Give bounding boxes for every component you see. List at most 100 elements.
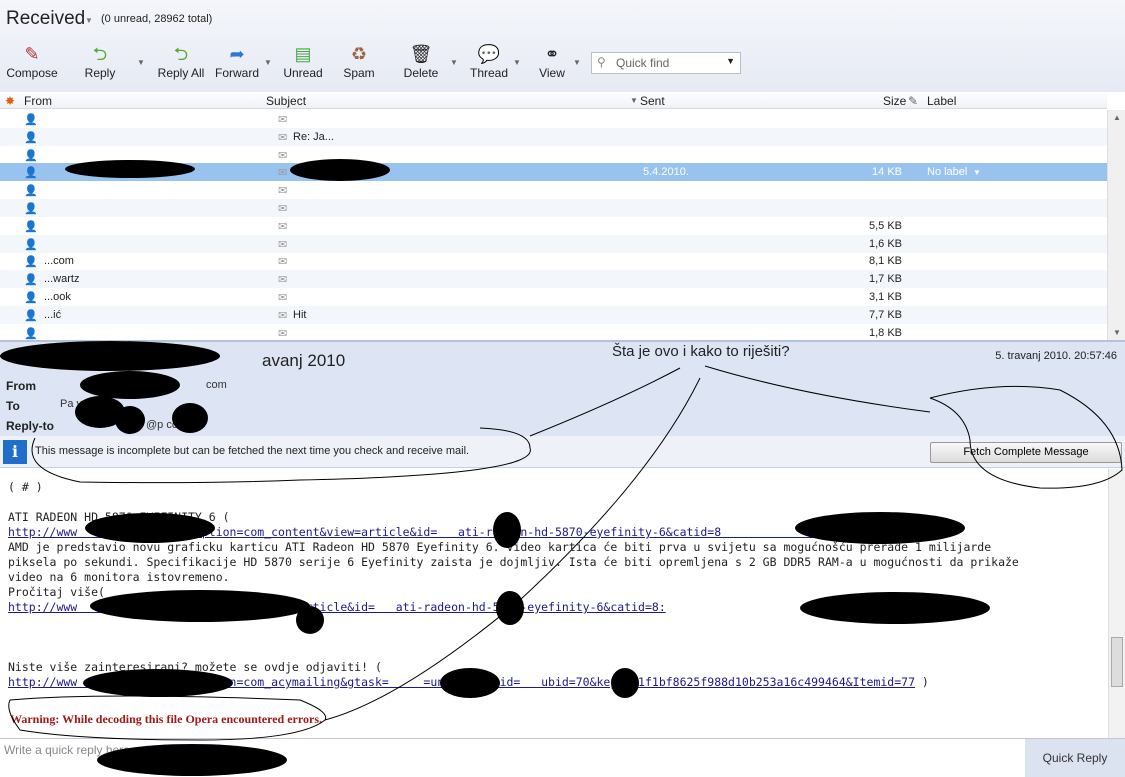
unsubscribe-link[interactable]: http://www hp?option=com_acymailing&gtas…	[8, 675, 915, 689]
trash-icon: 🗑	[409, 44, 433, 64]
list-scrollbar[interactable]: ▲ ▼	[1107, 110, 1125, 340]
message-from: ...wartz	[44, 273, 80, 286]
to-address[interactable]: Pa v	[60, 398, 82, 410]
message-from: ...ook	[44, 291, 71, 303]
view-dropdown-icon[interactable]: ▼	[573, 58, 581, 67]
contact-icon: 👤	[24, 292, 38, 304]
unread-button[interactable]: ▤ Unread	[282, 42, 324, 86]
quick-reply-input[interactable]: Write a quick reply here	[0, 739, 1008, 777]
message-subject: avanj 2010	[262, 351, 346, 370]
message-label[interactable]: No label	[927, 166, 967, 178]
contact-icon: 👤	[24, 203, 38, 215]
message-from: ...com	[44, 255, 74, 268]
mail-icon: ✉	[278, 292, 288, 304]
message-row[interactable]: 👤 ✉	[0, 110, 1107, 128]
reply-icon: ⮌	[92, 44, 108, 64]
quick-find-input[interactable]: ⚲ Quick find ▼	[591, 52, 741, 74]
message-sent: 5.4.2010.	[643, 166, 689, 179]
mail-icon: ✉	[278, 309, 288, 322]
message-subject: Hit	[293, 308, 307, 321]
incomplete-message-bar: i This message is incomplete but can be …	[0, 436, 1125, 468]
forward-button[interactable]: ➦ Forward	[213, 42, 261, 86]
delete-dropdown-icon[interactable]: ▼	[450, 58, 458, 67]
quick-reply-button[interactable]: Quick Reply	[1025, 739, 1125, 777]
read-more-link[interactable]: http://www =com_content&view=article&id=…	[8, 600, 666, 614]
flag-column-icon[interactable]: ✸	[5, 94, 15, 108]
message-list: 👤 ✉ 👤 ✉ Re: Ja... 👤 ✉ 👤 ✉ 5 Travanj 2010…	[0, 110, 1107, 340]
chevron-down-icon[interactable]: ▼	[726, 56, 735, 66]
reply-dropdown-icon[interactable]: ▼	[137, 58, 145, 67]
spam-button[interactable]: ♻ Spam	[340, 42, 378, 86]
message-row[interactable]: 👤 ✉	[0, 146, 1107, 164]
contact-icon: 👤	[24, 327, 38, 340]
column-size[interactable]: Size	[883, 94, 906, 108]
message-list-header: ✸ From Subject ▼ Sent Size ✎ Label	[0, 92, 1107, 109]
chevron-down-icon[interactable]: ▼	[973, 168, 981, 177]
mail-icon: ✉	[278, 131, 288, 144]
thread-dropdown-icon[interactable]: ▼	[513, 58, 521, 67]
compose-button[interactable]: ✎ Compose	[6, 42, 58, 86]
info-icon: i	[3, 440, 27, 464]
message-row[interactable]: 👤 ✉	[0, 199, 1107, 217]
mail-icon: ✉	[278, 203, 288, 215]
column-label[interactable]: Label	[927, 94, 956, 108]
message-row[interactable]: 👤 ✉ 5 Travanj 2010 5.4.2010. 14 KB No la…	[0, 163, 1107, 182]
binoculars-icon: ⚭	[544, 44, 560, 64]
quick-reply-bar: Write a quick reply here Quick Reply	[0, 738, 1125, 777]
message-row[interactable]: 👤 ✉	[0, 181, 1107, 199]
forward-dropdown-icon[interactable]: ▼	[264, 58, 272, 67]
reply-button[interactable]: ⮌ Reply	[82, 42, 118, 86]
column-sent[interactable]: Sent	[640, 94, 665, 108]
folder-title[interactable]: Received	[6, 8, 85, 30]
message-size: 1,6 KB	[868, 237, 902, 250]
decoding-warning: Warning: While decoding this file Opera …	[10, 712, 322, 726]
message-row[interactable]: 👤 ✉ 1,8 KB	[0, 324, 1107, 340]
mail-icon: ✉	[278, 167, 288, 180]
view-button[interactable]: ⚭ View	[535, 42, 569, 86]
message-size: 5,5 KB	[868, 219, 902, 232]
message-size: 3,1 KB	[868, 291, 902, 303]
mail-icon: ✉	[278, 327, 288, 340]
contact-icon: 👤	[24, 309, 38, 322]
message-row[interactable]: 👤 ✉ 5,5 KB	[0, 217, 1107, 235]
mail-icon: ✉	[278, 149, 288, 162]
message-row[interactable]: 👤 ...com ✉ 8,1 KB	[0, 252, 1107, 270]
column-subject[interactable]: Subject	[266, 94, 306, 108]
pencil-icon: ✎	[24, 44, 40, 64]
column-from[interactable]: From	[24, 94, 52, 108]
contact-icon: 👤	[24, 220, 38, 233]
mail-icon: ✉	[278, 114, 288, 126]
contact-icon: 👤	[24, 149, 38, 162]
mail-icon: ✉	[278, 238, 288, 251]
message-from: ...ić	[44, 308, 62, 321]
article-link[interactable]: http://www hp?option=com_content&view=ar…	[8, 525, 825, 539]
message-body: ( # ) ATI RADEON HD 5870 EYEFINITY 6 ( h…	[8, 480, 1019, 689]
mail-icon: ✉	[278, 220, 288, 233]
body-scrollbar[interactable]	[1108, 469, 1125, 738]
reply-to-address[interactable]: @p com	[146, 419, 187, 431]
message-row[interactable]: 👤 ...wartz ✉ 1,7 KB	[0, 270, 1107, 289]
message-size: 7,7 KB	[868, 308, 902, 321]
contact-icon: 👤	[24, 274, 38, 287]
delete-button[interactable]: 🗑 Delete	[400, 42, 442, 86]
message-size: 14 KB	[872, 166, 902, 179]
contact-icon: 👤	[24, 114, 38, 126]
contact-icon: 👤	[24, 256, 38, 269]
reply-all-button[interactable]: ⮌ Reply All	[156, 42, 206, 86]
fetch-complete-message-button[interactable]: Fetch Complete Message	[930, 442, 1122, 463]
annotation-text: Šta je ovo i kako to riješiti?	[612, 343, 790, 360]
message-row[interactable]: 👤 ...ook ✉ 3,1 KB	[0, 288, 1107, 306]
message-row[interactable]: 👤 ✉ Re: Ja...	[0, 127, 1107, 146]
message-subject: 5 Travanj 2010	[293, 166, 366, 179]
from-address[interactable]: com	[206, 379, 227, 391]
thread-button[interactable]: 💬 Thread	[468, 42, 510, 86]
mail-icon: ✉	[278, 185, 288, 198]
unread-icon: ▤	[294, 44, 312, 64]
thread-icon: 💬	[477, 44, 501, 64]
folder-dropdown-icon[interactable]: ▼	[85, 16, 93, 25]
mail-icon: ✉	[278, 274, 288, 287]
message-row[interactable]: 👤 ...ić ✉ Hit 7,7 KB	[0, 305, 1107, 324]
message-row[interactable]: 👤 ✉ 1,6 KB	[0, 234, 1107, 253]
forward-icon: ➦	[229, 44, 245, 64]
contact-icon: 👤	[24, 185, 38, 198]
